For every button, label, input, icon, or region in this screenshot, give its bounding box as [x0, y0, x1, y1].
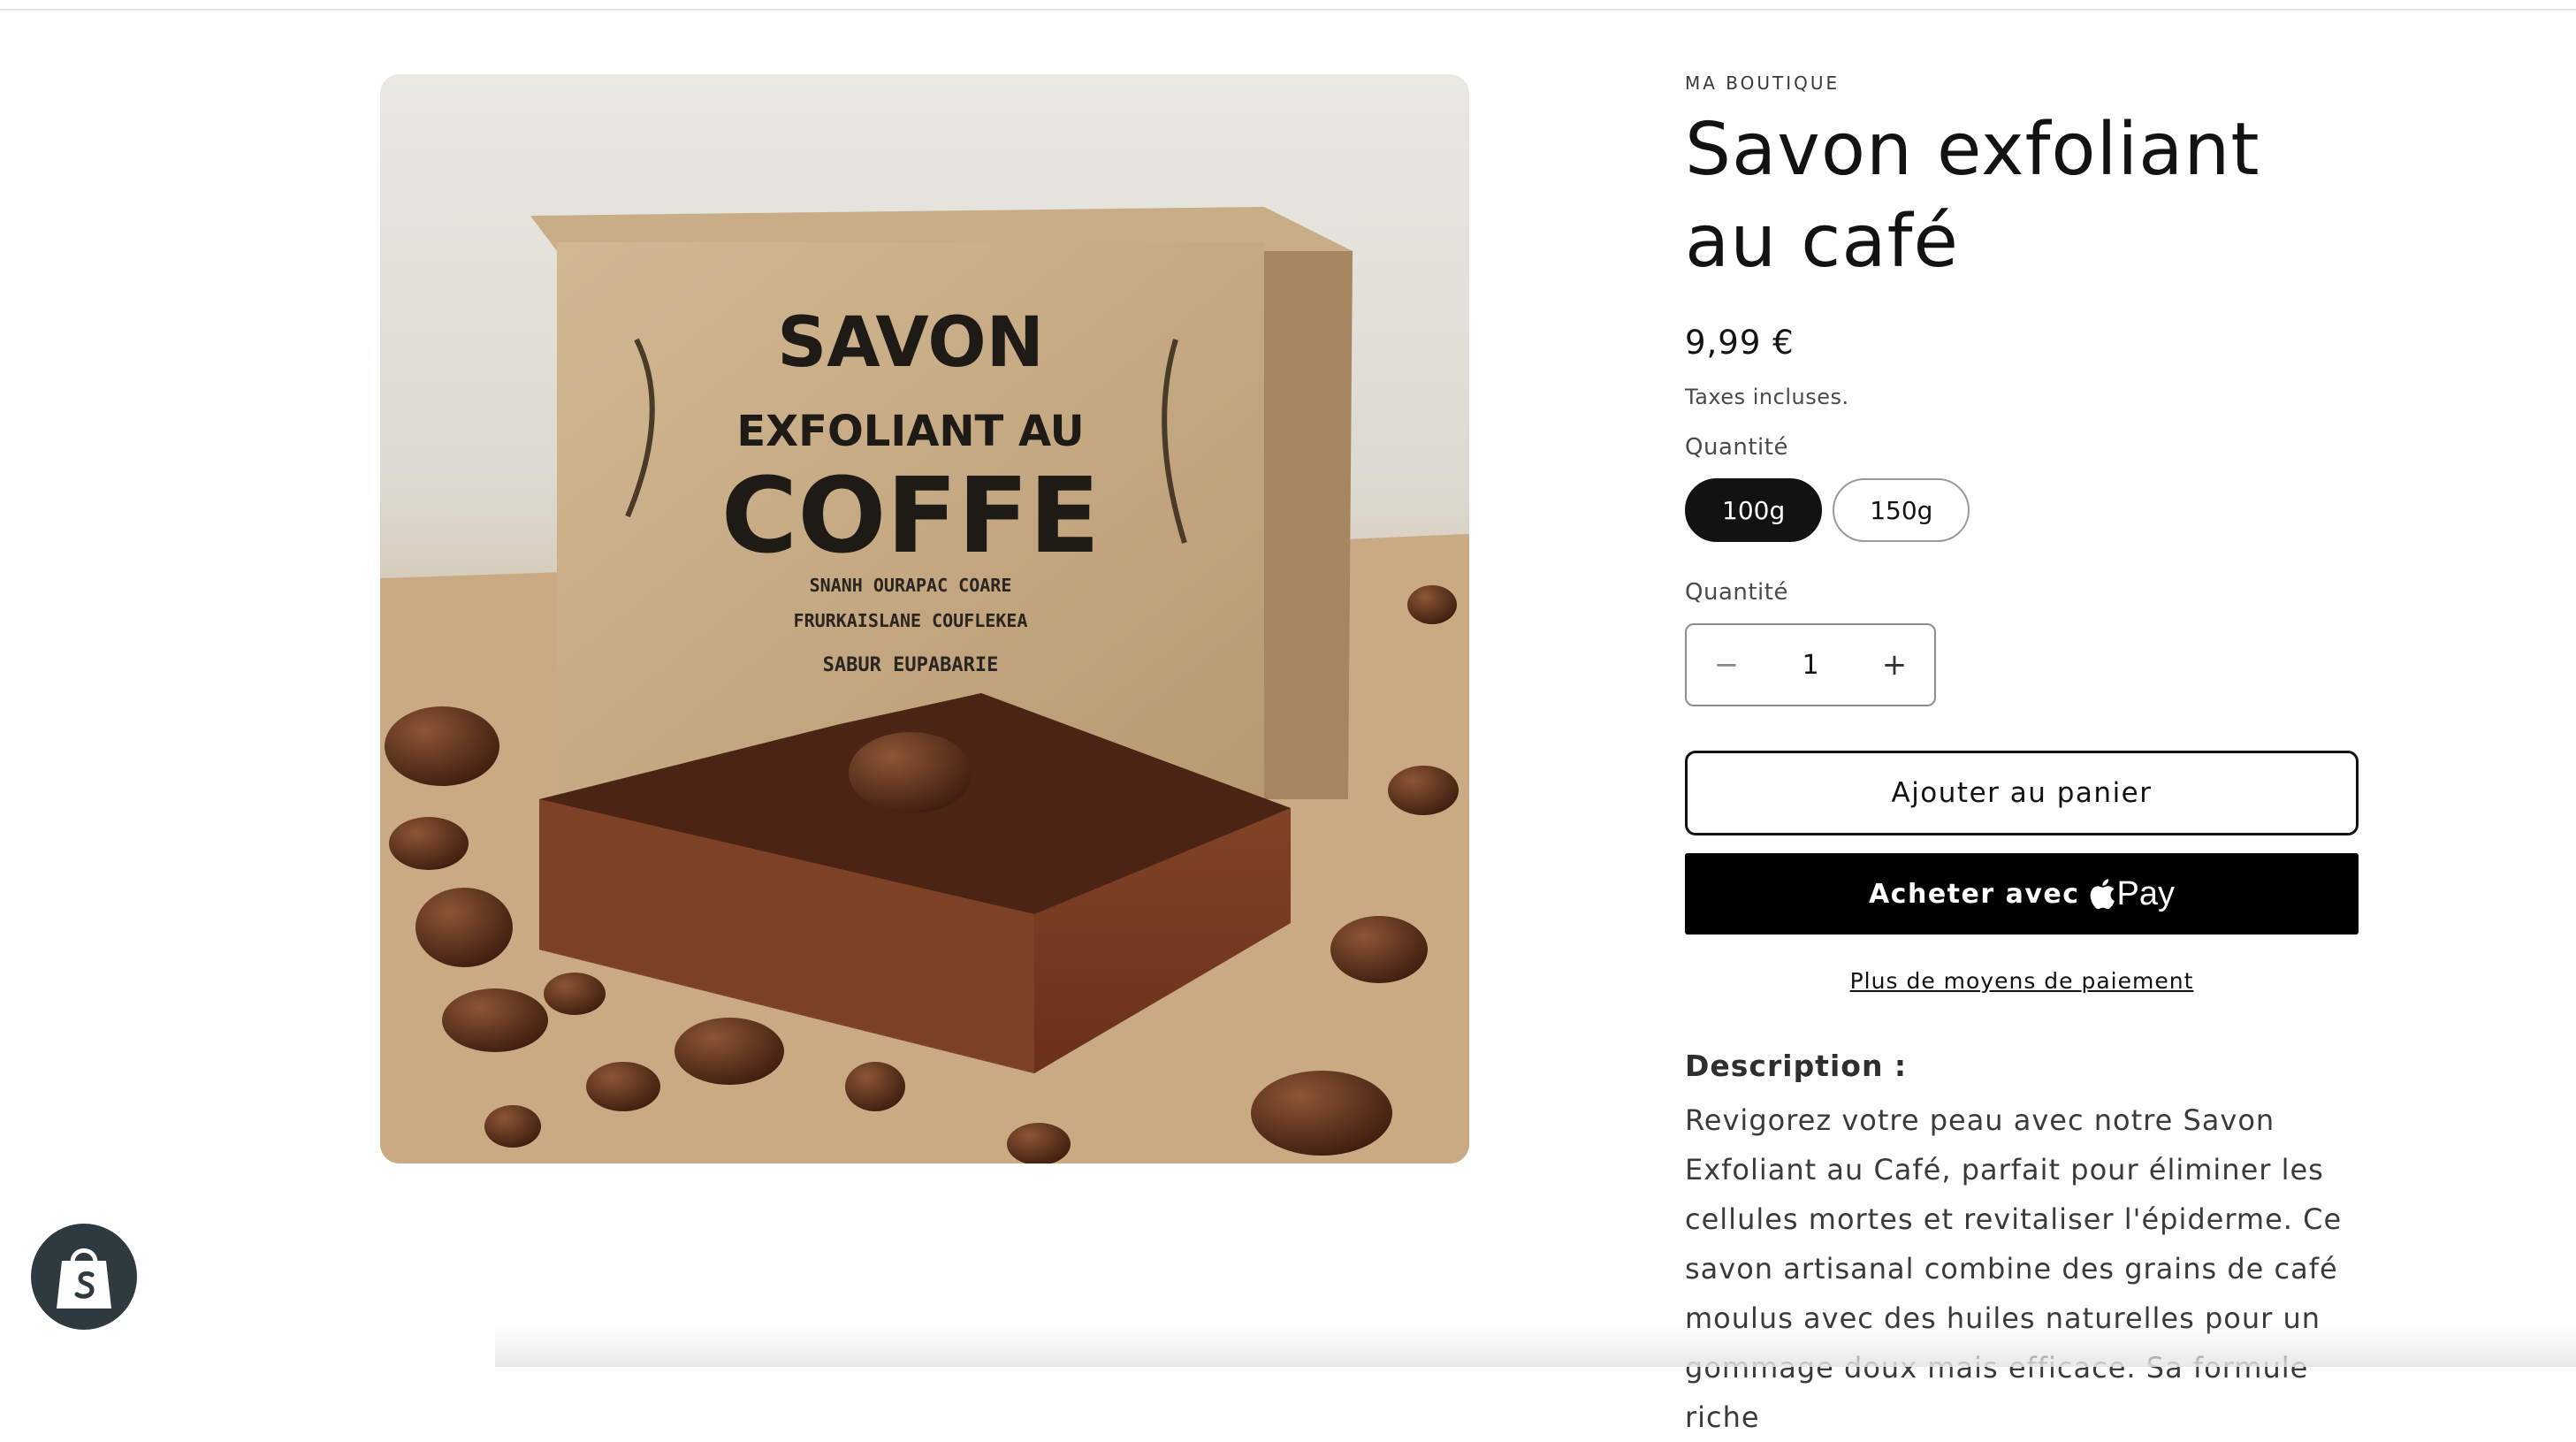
quantity-input[interactable]: 1 — [1802, 650, 1818, 681]
quantity-increase-button[interactable]: + — [1855, 625, 1934, 705]
product-photo-illustration: SAVON EXFOLIANT AU COFFE SNANH OURAPAC C… — [380, 207, 1469, 1164]
variant-option-150g[interactable]: 150g — [1833, 478, 1970, 542]
header-divider — [0, 0, 2576, 11]
vendor-label: MA BOUTIQUE — [1685, 72, 1841, 94]
tax-note: Taxes incluses. — [1685, 385, 1849, 409]
pay-brand-label: Pay — [2116, 874, 2176, 912]
buy-with-label: Acheter avec — [1868, 878, 2080, 910]
shopify-bag-icon[interactable] — [31, 1224, 137, 1330]
more-payment-link[interactable]: Plus de moyens de paiement — [1850, 968, 2194, 994]
add-to-cart-button[interactable]: Ajouter au panier — [1685, 751, 2359, 835]
quantity-decrease-button[interactable]: − — [1687, 625, 1766, 705]
more-payment-options: Plus de moyens de paiement — [1685, 968, 2359, 994]
packaging-line4: SNANH OURAPAC COARE — [810, 575, 1012, 596]
description-heading: Description : — [1685, 1049, 1908, 1083]
quantity-stepper: − 1 + — [1685, 623, 1936, 706]
product-title: Savon exfoliant au café — [1685, 108, 2260, 284]
apple-logo-icon — [2089, 878, 2115, 910]
packaging-line2: EXFOLIANT AU — [736, 407, 1084, 456]
product-info: MA BOUTIQUE Savon exfoliant au café 9,99… — [1685, 71, 2359, 1442]
apple-pay-button[interactable]: Acheter avec Pay — [1685, 853, 2359, 935]
variant-selector: 100g 150g — [1685, 478, 2357, 542]
quantity-label: Quantité — [1685, 579, 1788, 606]
packaging-line5: FRURKAISLANE COUFLEKEA — [794, 610, 1028, 631]
variant-option-100g[interactable]: 100g — [1685, 478, 1823, 542]
description-text: Revigorez votre peau avec notre Savon Ex… — [1685, 1103, 2343, 1434]
product-price: 9,99 € — [1685, 324, 1795, 362]
packaging-line3: COFFE — [721, 454, 1101, 576]
packaging-line1: SAVON — [777, 303, 1044, 383]
packaging-line6: SABUR EUPABARIE — [823, 654, 999, 676]
product-image[interactable]: SAVON EXFOLIANT AU COFFE SNANH OURAPAC C… — [380, 74, 1469, 1164]
variant-label: Quantité — [1685, 434, 1788, 461]
